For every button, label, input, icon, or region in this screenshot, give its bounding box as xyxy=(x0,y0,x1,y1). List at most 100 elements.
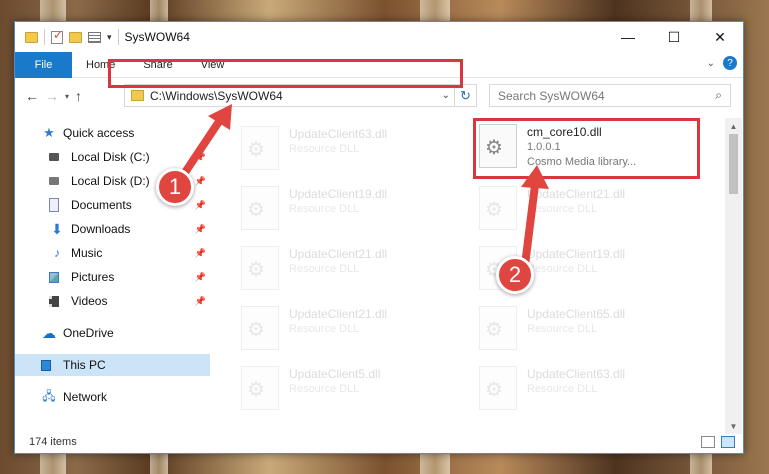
sidebar-item-label: Local Disk (C:) xyxy=(71,150,150,164)
address-highlight-box xyxy=(108,59,463,88)
dll-file-icon xyxy=(479,366,517,410)
disk-icon xyxy=(49,177,59,185)
status-bar: 174 items xyxy=(15,431,743,453)
sidebar-item-onedrive[interactable]: ☁ OneDrive xyxy=(15,322,210,344)
ribbon-controls: ⌄ ? xyxy=(707,56,737,70)
music-icon: ♪ xyxy=(54,246,60,260)
dll-file-icon xyxy=(241,306,279,350)
refresh-icon[interactable]: ↻ xyxy=(454,85,476,106)
sidebar-item-label: Downloads xyxy=(71,222,131,236)
dll-file-icon xyxy=(479,306,517,350)
item-count: 174 items xyxy=(29,436,77,448)
scroll-up-icon[interactable]: ▲ xyxy=(725,118,742,134)
sidebar-item-pictures[interactable]: Pictures 📌 xyxy=(15,266,210,288)
sidebar-item-label: Pictures xyxy=(71,270,115,284)
file-item[interactable]: UpdateClient19.dll Resource DLL xyxy=(239,184,459,232)
sidebar-item-label: Videos xyxy=(71,294,108,308)
pc-icon xyxy=(41,359,51,371)
pin-icon[interactable]: 📌 xyxy=(195,296,206,307)
pin-icon[interactable]: 📌 xyxy=(195,200,206,211)
file-name: UpdateClient63.dll xyxy=(289,127,388,141)
minimize-button[interactable]: — xyxy=(605,22,651,52)
sidebar-item-label: Quick access xyxy=(63,126,135,140)
dll-file-icon xyxy=(241,186,279,230)
help-icon[interactable]: ? xyxy=(723,56,737,70)
file-name: UpdateClient19.dll xyxy=(289,187,388,201)
videos-icon xyxy=(49,295,59,307)
step-2-badge: 2 xyxy=(496,256,534,294)
file-description: Resource DLL xyxy=(289,263,360,275)
document-icon xyxy=(49,198,59,212)
file-name: UpdateClient65.dll xyxy=(527,307,626,321)
sidebar-item-label: Documents xyxy=(71,198,132,212)
sidebar-item-label: Local Disk (D:) xyxy=(71,174,150,188)
file-item[interactable]: UpdateClient63.dll Resource DLL xyxy=(477,364,697,412)
customize-dropdown-icon[interactable]: ▾ xyxy=(107,32,112,43)
sidebar-item-music[interactable]: ♪ Music 📌 xyxy=(15,242,210,264)
file-item[interactable]: UpdateClient21.dll Resource DLL xyxy=(239,244,459,292)
view-options-icon[interactable] xyxy=(88,31,101,43)
folder-icon xyxy=(25,31,38,43)
search-icon: ⌕ xyxy=(715,88,722,102)
sidebar-item-downloads[interactable]: ⬇ Downloads 📌 xyxy=(15,218,210,240)
file-description: Resource DLL xyxy=(289,383,360,395)
sidebar-item-label: OneDrive xyxy=(63,326,114,340)
cloud-icon: ☁ xyxy=(42,324,56,341)
scroll-thumb[interactable] xyxy=(729,134,738,194)
back-arrow-icon[interactable]: ← xyxy=(25,88,39,104)
quick-access-toolbar: ▾ xyxy=(15,22,119,52)
pin-icon[interactable]: 📌 xyxy=(195,272,206,283)
dll-file-icon xyxy=(241,246,279,290)
file-item[interactable]: UpdateClient63.dll Resource DLL xyxy=(239,124,459,172)
sidebar-item-network[interactable]: 🖧 Network xyxy=(15,386,210,408)
window-title: SysWOW64 xyxy=(124,30,190,44)
download-icon: ⬇ xyxy=(51,220,63,237)
pictures-icon xyxy=(49,271,59,283)
divider xyxy=(44,29,45,45)
file-item[interactable]: UpdateClient5.dll Resource DLL xyxy=(239,364,459,412)
sidebar-item-this-pc[interactable]: This PC xyxy=(15,354,210,376)
star-icon: ★ xyxy=(43,125,55,140)
nav-buttons: ← → ▾ ↑ xyxy=(15,88,123,104)
dll-file-icon xyxy=(241,366,279,410)
tab-file[interactable]: File xyxy=(15,51,72,78)
tiles-view-icon[interactable] xyxy=(721,436,735,448)
expand-ribbon-icon[interactable]: ⌄ xyxy=(707,58,715,69)
sidebar-item-label: This PC xyxy=(63,358,106,372)
close-button[interactable]: ✕ xyxy=(697,22,743,52)
title-bar: ▾ SysWOW64 — ☐ ✕ xyxy=(15,22,743,52)
details-view-icon[interactable] xyxy=(701,436,715,448)
vertical-scrollbar[interactable]: ▲ ▼ xyxy=(725,118,742,434)
step-1-badge: 1 xyxy=(156,168,194,206)
window-controls: — ☐ ✕ xyxy=(605,22,743,52)
forward-arrow-icon[interactable]: → xyxy=(45,88,59,104)
file-name: UpdateClient21.dll xyxy=(289,307,388,321)
file-description: Resource DLL xyxy=(289,203,360,215)
sidebar-item-label: Network xyxy=(63,390,108,404)
view-toggle xyxy=(701,436,735,448)
maximize-button[interactable]: ☐ xyxy=(651,22,697,52)
divider xyxy=(117,29,119,45)
file-description: Resource DLL xyxy=(527,323,598,335)
file-item[interactable]: UpdateClient21.dll Resource DLL xyxy=(239,304,459,352)
file-item[interactable]: UpdateClient65.dll Resource DLL xyxy=(477,304,697,352)
sidebar-item-videos[interactable]: Videos 📌 xyxy=(15,290,210,312)
search-box[interactable]: Search SysWOW64 ⌕ xyxy=(489,84,731,107)
file-description: Resource DLL xyxy=(527,383,598,395)
recent-locations-icon[interactable]: ▾ xyxy=(65,92,69,101)
new-folder-icon[interactable] xyxy=(69,31,82,43)
file-name: UpdateClient63.dll xyxy=(527,367,626,381)
pin-icon[interactable]: 📌 xyxy=(195,248,206,259)
pin-icon[interactable]: 📌 xyxy=(195,224,206,235)
properties-check-icon[interactable] xyxy=(51,28,63,44)
file-name: UpdateClient5.dll xyxy=(289,367,381,381)
file-description: Resource DLL xyxy=(289,143,360,155)
sidebar-item-label: Music xyxy=(71,246,103,260)
network-icon: 🖧 xyxy=(42,388,56,403)
address-dropdown-icon[interactable]: ⌄ xyxy=(438,90,454,101)
file-description: Resource DLL xyxy=(289,323,360,335)
disk-icon xyxy=(49,153,59,161)
up-arrow-icon[interactable]: ↑ xyxy=(75,88,82,104)
search-input[interactable]: Search SysWOW64 xyxy=(498,89,715,103)
file-name: UpdateClient21.dll xyxy=(289,247,388,261)
